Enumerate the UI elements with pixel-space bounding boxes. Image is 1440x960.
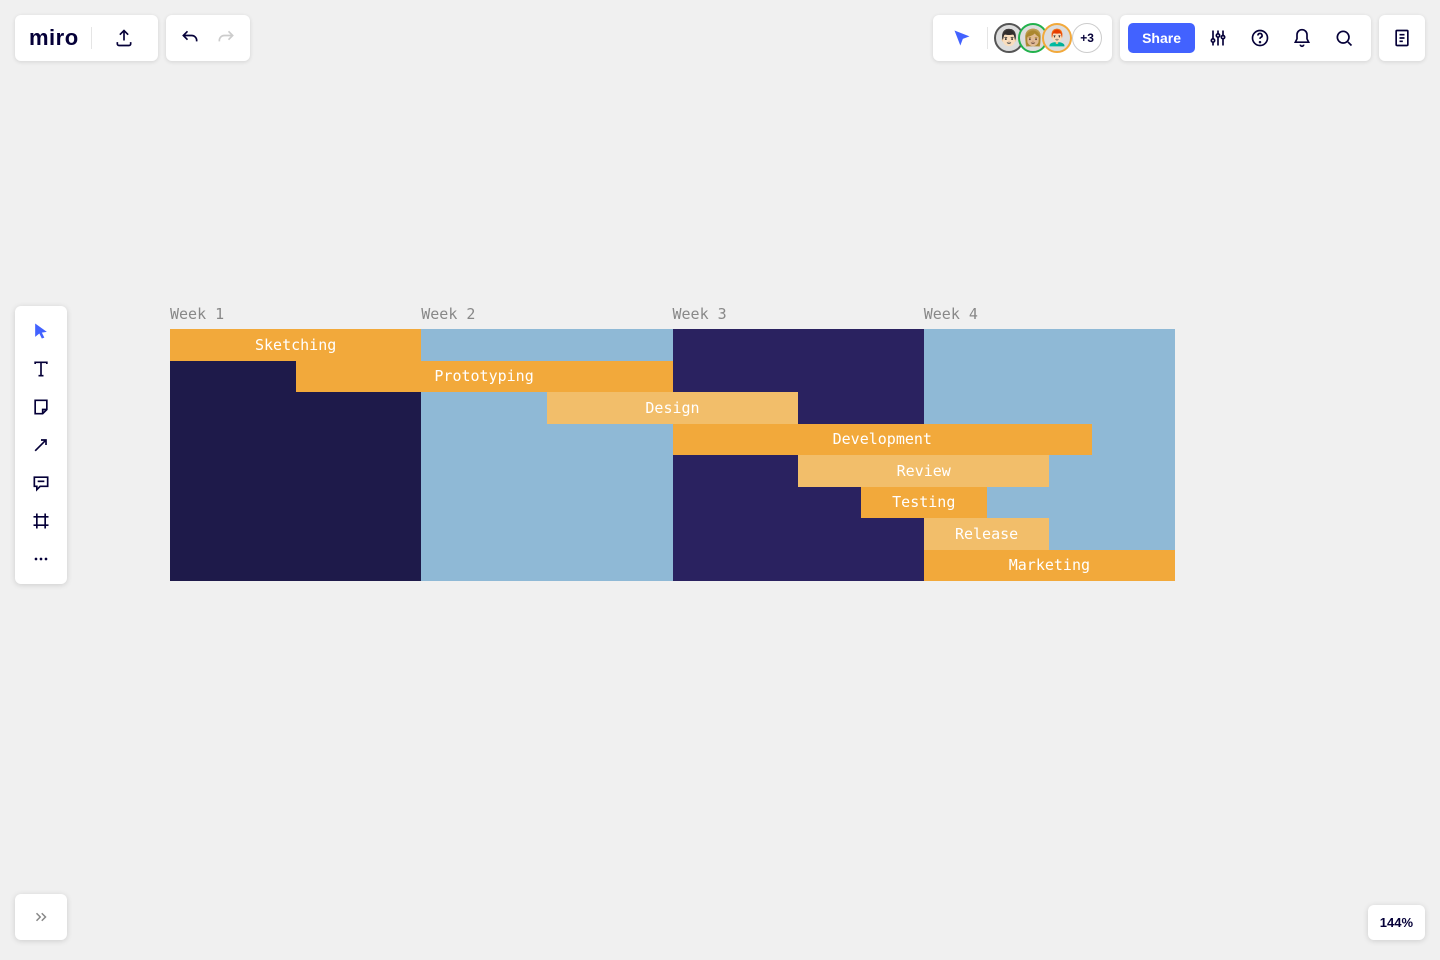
export-button[interactable] xyxy=(104,15,144,61)
sticky-note-icon xyxy=(31,397,51,417)
avatar-stack[interactable]: 👨🏻👩🏼👨🏻‍🦰 xyxy=(994,23,1072,53)
gantt-task-label: Testing xyxy=(892,493,955,511)
gantt-chart[interactable]: Sketching Prototyping Design Development Rev… xyxy=(170,329,1175,581)
more-icon xyxy=(31,549,51,569)
gantt-bg-cell xyxy=(421,455,672,487)
upload-icon xyxy=(114,28,134,48)
gantt-bg-cell xyxy=(170,455,421,487)
gantt-row: Testing xyxy=(170,487,1175,519)
gantt-bg-cell xyxy=(421,487,672,519)
gantt-bg-cell xyxy=(924,361,1175,393)
gantt-bg-cell xyxy=(421,424,672,456)
gantt-task-bar[interactable]: Sketching xyxy=(170,329,421,361)
help-icon xyxy=(1250,28,1270,48)
divider xyxy=(91,27,92,49)
history-panel xyxy=(166,15,250,61)
more-tools[interactable] xyxy=(15,540,67,578)
gantt-bg-cell xyxy=(924,329,1175,361)
search-icon xyxy=(1334,28,1354,48)
gantt-bg-cell xyxy=(673,361,924,393)
search-button[interactable] xyxy=(1325,15,1363,61)
frame-tool[interactable] xyxy=(15,502,67,540)
undo-button[interactable] xyxy=(172,15,208,61)
gantt-bg-cell xyxy=(673,550,924,582)
gantt-task-label: Prototyping xyxy=(434,367,533,385)
gantt-task-label: Design xyxy=(645,399,699,417)
gantt-bg-cell xyxy=(673,329,924,361)
avatar-overflow[interactable]: +3 xyxy=(1072,23,1102,53)
comment-icon xyxy=(31,473,51,493)
chevron-double-right-icon xyxy=(32,908,50,926)
gantt-bg-cell xyxy=(421,550,672,582)
left-toolbar xyxy=(15,306,67,584)
settings-button[interactable] xyxy=(1199,15,1237,61)
gantt-row: Marketing xyxy=(170,550,1175,582)
gantt-task-label: Development xyxy=(833,430,932,448)
comment-tool[interactable] xyxy=(15,464,67,502)
redo-icon xyxy=(216,28,236,48)
divider xyxy=(987,27,988,49)
gantt-bg-cell xyxy=(170,487,421,519)
gantt-task-bar[interactable]: Marketing xyxy=(924,550,1175,582)
gantt-week-header: Week 3 xyxy=(673,305,924,323)
gantt-row: Design xyxy=(170,392,1175,424)
zoom-indicator[interactable]: 144% xyxy=(1368,905,1425,940)
help-button[interactable] xyxy=(1241,15,1279,61)
presence-panel: 👨🏻👩🏼👨🏻‍🦰 +3 xyxy=(933,15,1112,61)
text-icon xyxy=(31,359,51,379)
notes-icon xyxy=(1392,28,1412,48)
share-button[interactable]: Share xyxy=(1128,23,1195,53)
gantt-task-bar[interactable]: Testing xyxy=(861,487,987,519)
gantt-task-bar[interactable]: Release xyxy=(924,518,1050,550)
gantt-row: Review xyxy=(170,455,1175,487)
gantt-row: Prototyping xyxy=(170,361,1175,393)
gantt-header-row: Week 1Week 2Week 3Week 4 xyxy=(170,305,1175,323)
gantt-week-header: Week 1 xyxy=(170,305,421,323)
gantt-week-header: Week 2 xyxy=(421,305,672,323)
gantt-task-label: Sketching xyxy=(255,336,336,354)
gantt-row: Sketching xyxy=(170,329,1175,361)
gantt-bg-cell xyxy=(170,518,421,550)
board-canvas[interactable]: Week 1Week 2Week 3Week 4 Sketching Protot… xyxy=(170,305,1175,581)
avatar[interactable]: 👨🏻‍🦰 xyxy=(1042,23,1072,53)
arrow-tool[interactable] xyxy=(15,426,67,464)
gantt-bg-cell xyxy=(170,550,421,582)
gantt-bg-cell xyxy=(170,392,421,424)
gantt-task-label: Review xyxy=(897,462,951,480)
cursor-icon xyxy=(31,321,51,341)
app-logo[interactable]: miro xyxy=(29,25,79,51)
gantt-week-header: Week 4 xyxy=(924,305,1175,323)
gantt-task-bar[interactable]: Review xyxy=(798,455,1049,487)
gantt-row: Development xyxy=(170,424,1175,456)
frame-icon xyxy=(31,511,51,531)
gantt-row: Release xyxy=(170,518,1175,550)
notifications-button[interactable] xyxy=(1283,15,1321,61)
gantt-task-bar[interactable]: Prototyping xyxy=(296,361,673,393)
gantt-bg-cell xyxy=(924,392,1175,424)
undo-icon xyxy=(180,28,200,48)
gantt-bg-cell xyxy=(170,424,421,456)
cursor-follow-icon xyxy=(952,28,972,48)
select-tool[interactable] xyxy=(15,312,67,350)
presence-button[interactable] xyxy=(943,15,981,61)
sliders-icon xyxy=(1208,28,1228,48)
text-tool[interactable] xyxy=(15,350,67,388)
gantt-bg-cell xyxy=(421,518,672,550)
gantt-task-label: Release xyxy=(955,525,1018,543)
gantt-task-label: Marketing xyxy=(1009,556,1090,574)
gantt-bg-cell xyxy=(673,518,924,550)
expand-panel-button[interactable] xyxy=(15,894,67,940)
actions-panel: Share xyxy=(1120,15,1371,61)
gantt-bg-cell xyxy=(421,329,672,361)
gantt-task-bar[interactable]: Design xyxy=(547,392,798,424)
arrow-icon xyxy=(31,435,51,455)
activity-button[interactable] xyxy=(1379,15,1425,61)
sticky-tool[interactable] xyxy=(15,388,67,426)
gantt-task-bar[interactable]: Development xyxy=(673,424,1093,456)
redo-button[interactable] xyxy=(208,15,244,61)
bell-icon xyxy=(1292,28,1312,48)
logo-panel: miro xyxy=(15,15,158,61)
